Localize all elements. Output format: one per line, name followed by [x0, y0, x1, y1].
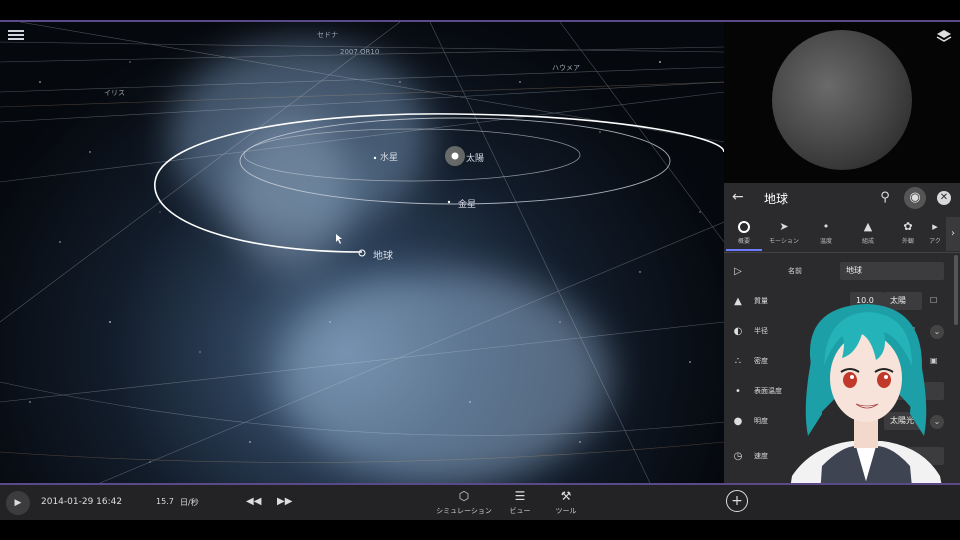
- wrench-icon: ⚒: [560, 489, 572, 503]
- sun-label[interactable]: 太陽: [466, 151, 484, 164]
- circle-icon: [738, 221, 750, 233]
- tab-next-chevron-icon[interactable]: ›: [946, 217, 960, 251]
- mouse-cursor: [336, 234, 342, 244]
- property-label: 速度: [754, 452, 768, 460]
- hamburger-menu-icon[interactable]: [8, 28, 24, 42]
- thermometer-icon: •: [822, 220, 830, 233]
- search-icon[interactable]: ⚲: [876, 189, 894, 207]
- simulation-date[interactable]: 2014-01-29 16:42: [41, 497, 122, 507]
- object-label[interactable]: ハウメア: [552, 63, 580, 73]
- radius-icon: ◐: [733, 326, 743, 337]
- speedometer-icon: ◷: [733, 451, 743, 462]
- object-label[interactable]: セドナ: [317, 30, 338, 40]
- mercury-marker: [373, 156, 377, 160]
- top-black-bar: [0, 0, 960, 20]
- property-label: 明度: [754, 417, 768, 425]
- play-icon[interactable]: ▶: [6, 491, 30, 515]
- tab-label: モーション: [769, 238, 799, 245]
- add-object-icon[interactable]: +: [726, 490, 748, 512]
- property-label: 質量: [754, 297, 768, 305]
- orbit-mercury: [243, 128, 581, 182]
- object-preview: [724, 22, 960, 183]
- mercury-label[interactable]: 水星: [380, 150, 398, 163]
- tab-label: アク: [929, 238, 941, 245]
- tab-actions[interactable]: ▸ アク: [924, 217, 946, 246]
- divider: [724, 252, 960, 253]
- name-field[interactable]: 地球: [840, 262, 944, 280]
- tag-icon: ▷: [734, 266, 742, 277]
- tools-tool-button[interactable]: ⚒ ツール: [536, 489, 596, 516]
- property-label: 半径: [754, 327, 768, 335]
- sun-body: [451, 152, 459, 160]
- density-icon: ∴: [734, 356, 742, 367]
- layers-icon[interactable]: [936, 28, 952, 44]
- rewind-icon[interactable]: ◀◀: [246, 496, 261, 507]
- tab-appearance[interactable]: ✿ 外観: [888, 217, 928, 246]
- simulation-speed-unit[interactable]: 日/秒: [180, 497, 199, 508]
- space-viewport[interactable]: 太陽 金星 水星 地球 2007 OR10 イリス セドナ ハウメア: [0, 22, 724, 483]
- tool-label: ビュー: [509, 507, 531, 515]
- property-tabs: 概要 ➤ モーション • 温度 ▲ 組成 ✿ 外観 ▸ アク: [724, 217, 960, 251]
- tab-label: 外観: [901, 238, 914, 245]
- earth-marker: [358, 249, 366, 257]
- venus-label[interactable]: 金星: [458, 197, 476, 210]
- tab-overview[interactable]: 概要: [724, 217, 764, 251]
- fast-forward-icon[interactable]: ▶▶: [277, 496, 292, 507]
- property-label: 名前: [788, 267, 802, 275]
- tool-label: ツール: [555, 507, 577, 515]
- composition-icon: ▲: [863, 220, 873, 233]
- bottom-black-bar: [0, 520, 960, 540]
- cube-icon: ⬡: [458, 489, 470, 503]
- object-label[interactable]: イリス: [104, 88, 125, 98]
- panel-header: ← 地球 ⚲ ◉ ✕: [724, 183, 960, 213]
- panel-title: 地球: [764, 192, 789, 206]
- palette-icon: ✿: [903, 220, 913, 233]
- close-icon[interactable]: ✕: [937, 191, 951, 205]
- thermometer-icon: •: [735, 386, 741, 397]
- orbit-colored: [0, 81, 724, 463]
- bottom-toolbar: ▶ 2014-01-29 16:42 15.7 日/秒 ◀◀ ▶▶ ⬡ シミュレ…: [0, 485, 960, 520]
- earth-label[interactable]: 地球: [373, 247, 393, 262]
- eye-icon[interactable]: ◉: [904, 187, 926, 209]
- motion-icon: ➤: [779, 220, 789, 233]
- simulation-tool-button[interactable]: ⬡ シミュレーション: [434, 489, 494, 516]
- tool-label: シミュレーション: [436, 507, 492, 515]
- tab-motion[interactable]: ➤ モーション: [764, 217, 804, 246]
- tab-temperature[interactable]: • 温度: [806, 217, 846, 246]
- bulb-icon: ●: [733, 416, 743, 427]
- tab-label: 組成: [861, 238, 874, 245]
- simulation-speed-value[interactable]: 15.7: [156, 497, 174, 506]
- property-label: 密度: [754, 357, 768, 365]
- object-label[interactable]: 2007 OR10: [340, 48, 379, 56]
- venus-marker: [447, 200, 451, 204]
- planet-preview-image: [772, 30, 912, 170]
- tab-label: 温度: [819, 238, 832, 245]
- action-icon: ▸: [932, 220, 938, 233]
- property-row-name: ▷ 名前 地球: [724, 260, 960, 284]
- tab-composition[interactable]: ▲ 組成: [848, 217, 888, 246]
- tab-label: 概要: [737, 238, 750, 245]
- weight-icon: ▲: [734, 296, 742, 307]
- back-arrow-icon[interactable]: ←: [732, 189, 744, 205]
